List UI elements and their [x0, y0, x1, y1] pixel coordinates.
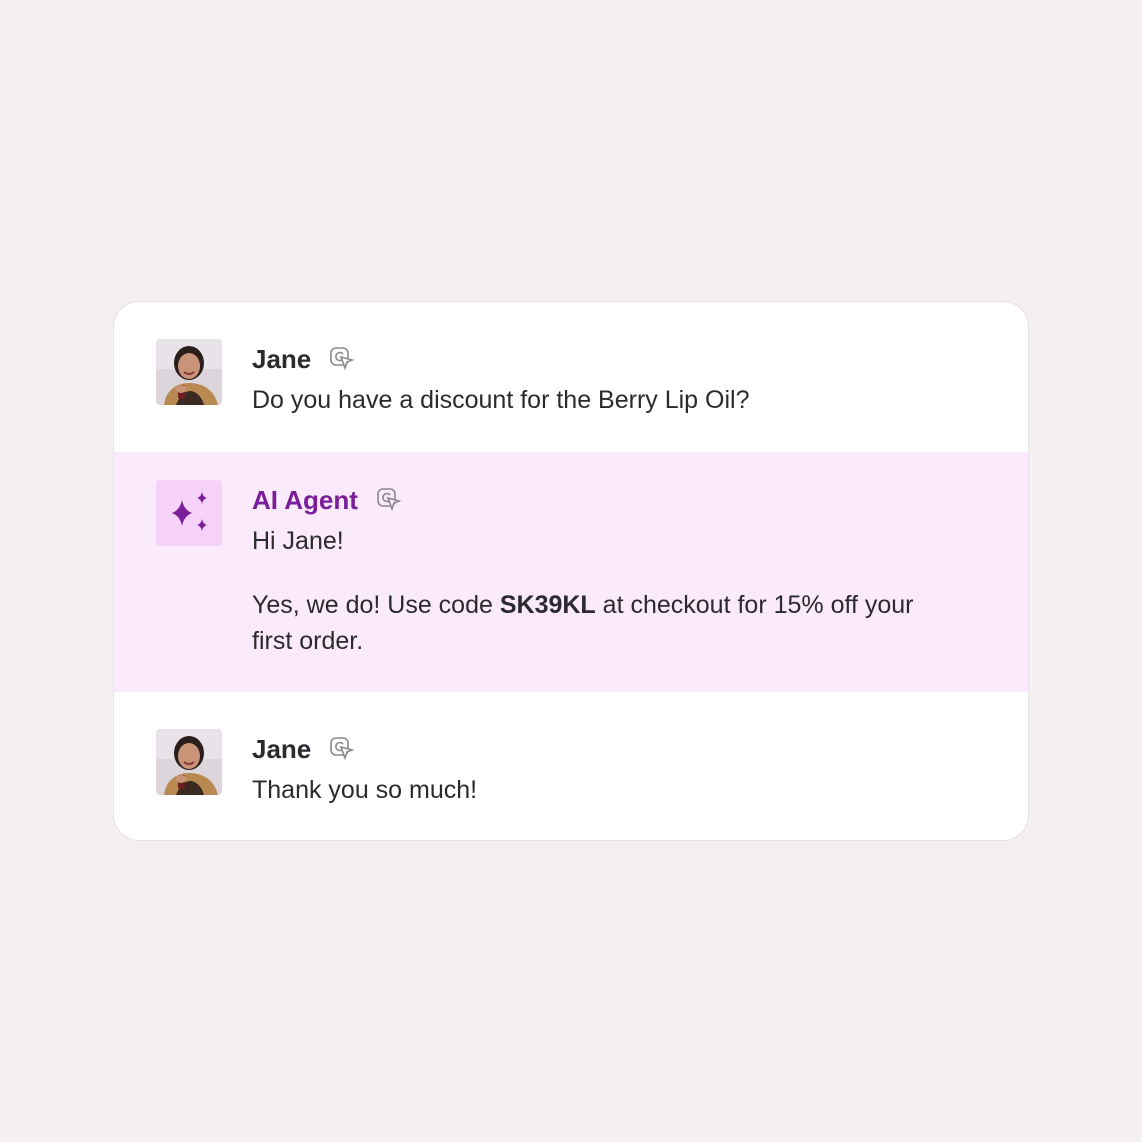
user-avatar-icon: [156, 729, 222, 795]
message-text: Thank you so much!: [252, 776, 478, 804]
message-row: Jane Thank you so much!: [114, 692, 1028, 840]
sparkle-icon: [172, 492, 207, 531]
channel-icon: [329, 736, 355, 762]
sender-name: Jane: [252, 344, 312, 374]
channel-icon: [329, 346, 355, 372]
ai-avatar: [156, 480, 222, 546]
sender-row: Jane: [252, 732, 355, 766]
message-greeting: Hi Jane!: [252, 527, 344, 555]
message-row-ai: AI Agent Hi Jane! Yes, we do! Use code S…: [114, 452, 1028, 692]
avatar: [156, 729, 222, 795]
message-text: Yes, we do! Use code SK39KL at checkout …: [252, 587, 952, 659]
sender-row: AI Agent: [252, 483, 402, 517]
chat-card: Jane Do you have a discount for the Berr…: [113, 301, 1029, 841]
sender-name: Jane: [252, 734, 312, 764]
discount-code: SK39KL: [499, 591, 596, 619]
channel-icon: [376, 487, 402, 513]
reply-prefix: Yes, we do! Use code: [252, 591, 500, 619]
user-avatar-icon: [156, 339, 222, 405]
sender-name-ai: AI Agent: [252, 485, 358, 515]
message-row: Jane Do you have a discount for the Berr…: [114, 302, 1028, 452]
avatar: [156, 339, 222, 405]
message-text: Do you have a discount for the Berry Lip…: [252, 386, 750, 414]
sender-row: Jane: [252, 342, 355, 376]
